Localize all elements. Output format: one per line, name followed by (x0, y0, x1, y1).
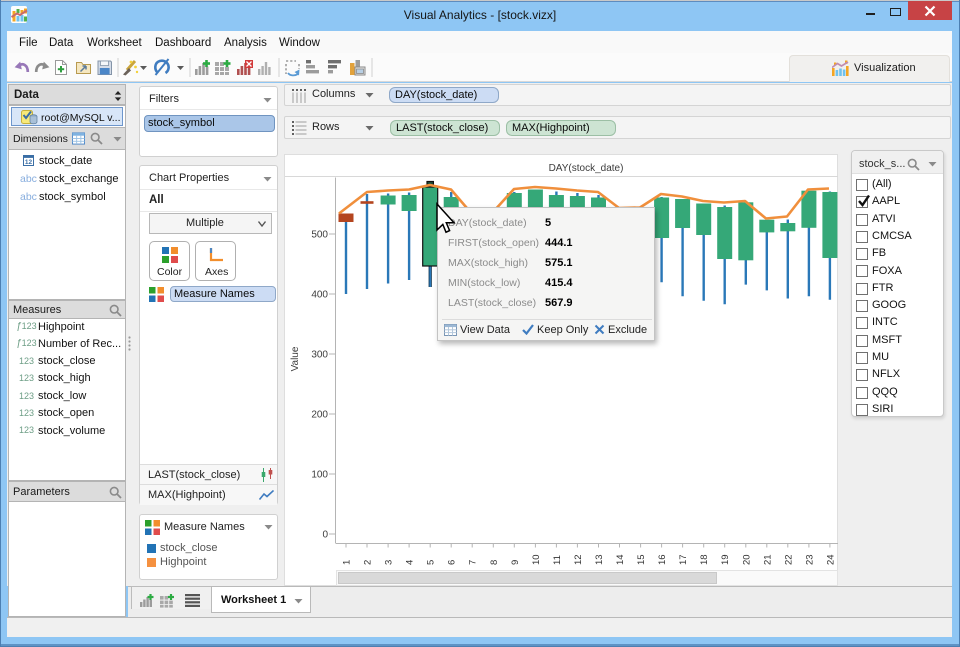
svg-text:24: 24 (825, 554, 836, 565)
svg-text:14: 14 (615, 554, 626, 565)
svg-text:15: 15 (636, 554, 647, 565)
svg-text:100: 100 (311, 470, 328, 481)
svg-text:18: 18 (699, 554, 710, 565)
svg-text:11: 11 (552, 555, 563, 565)
svg-text:300: 300 (311, 350, 328, 361)
svg-text:7: 7 (468, 560, 479, 565)
svg-text:12: 12 (25, 159, 33, 166)
svg-text:13: 13 (594, 554, 605, 565)
svg-text:8: 8 (489, 560, 500, 565)
svg-text:9: 9 (510, 560, 521, 565)
svg-text:5: 5 (426, 560, 437, 565)
svg-text:23: 23 (804, 554, 815, 565)
svg-text:20: 20 (741, 554, 752, 565)
svg-text:500: 500 (311, 230, 328, 241)
svg-text:1: 1 (342, 560, 353, 565)
svg-text:17: 17 (678, 554, 689, 565)
svg-text:400: 400 (311, 290, 328, 301)
svg-text:12: 12 (573, 554, 584, 565)
svg-text:16: 16 (657, 554, 668, 565)
svg-text:200: 200 (311, 410, 328, 421)
svg-text:2: 2 (363, 560, 374, 565)
svg-text:10: 10 (531, 554, 542, 565)
svg-text:4: 4 (405, 560, 416, 565)
svg-text:3: 3 (384, 560, 395, 565)
svg-text:6: 6 (447, 560, 458, 565)
svg-text:DAY(stock_date): DAY(stock_date) (549, 163, 624, 174)
svg-text:21: 21 (762, 554, 773, 565)
svg-text:19: 19 (720, 554, 731, 565)
svg-text:Value: Value (290, 346, 301, 371)
svg-text:0: 0 (322, 530, 328, 541)
svg-text:22: 22 (783, 554, 794, 565)
